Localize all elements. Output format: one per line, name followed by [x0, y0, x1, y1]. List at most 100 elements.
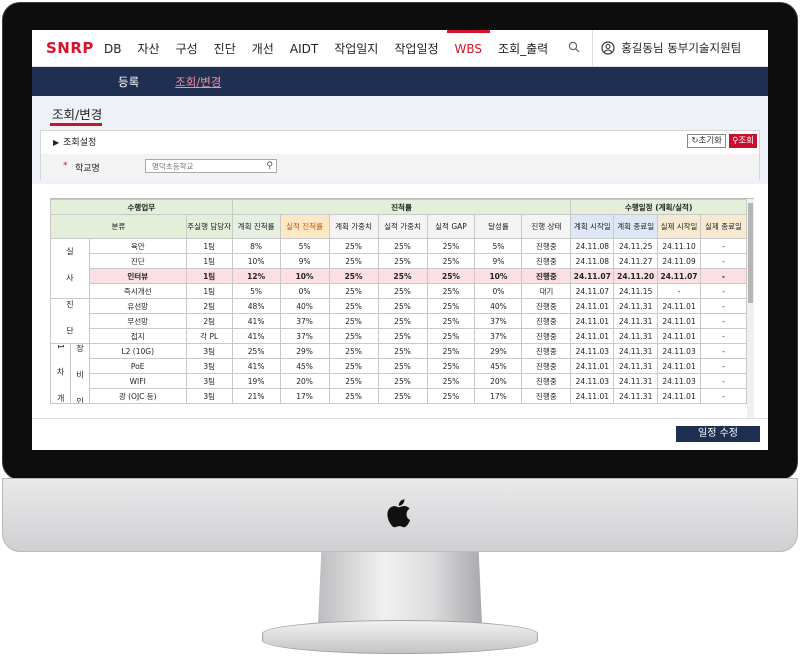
sub-nav: 등록 조회/변경: [32, 67, 768, 96]
nav-item-config[interactable]: 구성: [168, 30, 206, 67]
cell-as: 24.11.01: [657, 313, 701, 329]
edit-schedule-button[interactable]: 일정 수정: [676, 426, 760, 442]
table-scrollbar[interactable]: [747, 199, 754, 418]
cell-pp: 25%: [231, 343, 281, 359]
cell-ps: 24.11.08: [570, 238, 615, 254]
nav-item-schedule[interactable]: 작업일정: [386, 30, 446, 67]
nav-item-db[interactable]: DB: [96, 30, 129, 67]
filter-panel: ▶ 조회설정 ↻초기화 ⚲조회 * 학교명 명덕초등학교 ⚲: [32, 127, 768, 184]
cell-gap: 25%: [426, 343, 476, 359]
cell-ap: 20%: [279, 373, 330, 389]
nav-item-aidt[interactable]: AIDT: [282, 30, 326, 67]
col-header-plan-progress: 계획 진척률: [231, 214, 281, 239]
cell-owner: 1팀: [185, 283, 233, 299]
cell-st: 진행중: [521, 253, 572, 269]
nav-item-report[interactable]: 조회_출력: [490, 30, 556, 67]
table-row[interactable]: 진단 1팀 10% 9% 25% 25% 25% 9% 진행중 24.11.08 24.11.27 2…: [51, 253, 748, 269]
cell-ap: 10%: [279, 268, 330, 284]
cell-aw: 25%: [377, 358, 428, 374]
search-icon[interactable]: [556, 41, 592, 56]
table-row[interactable]: PoE 3팀 41% 45% 25% 25% 25% 45% 진행중 24.11.01 24.11.…: [51, 358, 748, 374]
cell-ach: 5%: [474, 238, 523, 254]
subnav-view-edit[interactable]: 조회/변경: [175, 74, 221, 90]
col-header-owner: 주실행 담당자: [185, 214, 233, 239]
table-row[interactable]: 진 단 유선망 2팀 48% 40% 25% 25% 25% 40% 진행중 24.11.01 24.…: [50, 298, 748, 344]
cell-ae: -: [699, 268, 748, 284]
cell-name: 즉시개선: [88, 283, 187, 299]
cell-st: 진행중: [521, 298, 572, 314]
cell-ach: 29%: [474, 343, 523, 359]
cell-pe: 24.11.20: [613, 268, 659, 284]
school-filter-row: * 학교명 명덕초등학교 ⚲: [41, 154, 759, 180]
cell-ach: 0%: [474, 283, 523, 299]
nav-item-asset[interactable]: 자산: [129, 30, 167, 67]
nav-item-worklog[interactable]: 작업일지: [326, 30, 386, 67]
search-button[interactable]: ⚲조회: [729, 134, 757, 148]
cell-as: 24.11.03: [657, 373, 701, 389]
subnav-register[interactable]: 등록: [118, 74, 139, 90]
cell-aw: 25%: [377, 298, 428, 314]
col-header-category: 분류: [50, 214, 187, 239]
cell-owner: 3팀: [185, 358, 233, 374]
table-row[interactable]: 접지 각 PL 41% 37% 25% 25% 25% 37% 진행중 24.11.01 24.11…: [51, 328, 748, 344]
filter-box: ▶ 조회설정 ↻초기화 ⚲조회 * 학교명 명덕초등학교 ⚲: [40, 130, 760, 180]
group-header-schedule: 수행일정 (계획/실적): [570, 199, 747, 215]
table-row[interactable]: 1 차 개 선장 비 인 수 L2 (10G) 3팀 25% 29% 25% 25% 25% 2…: [50, 343, 748, 404]
cell-ae: -: [699, 328, 748, 344]
filter-settings-toggle[interactable]: ▶ 조회설정: [53, 135, 96, 148]
cell-ap: 9%: [279, 253, 330, 269]
nav-item-wbs[interactable]: WBS: [446, 30, 491, 67]
apple-logo-icon: [387, 499, 411, 528]
reset-button[interactable]: ↻초기화: [687, 134, 726, 148]
cell-as: 24.11.01: [657, 298, 701, 314]
cell-owner: 3팀: [185, 388, 233, 404]
table-scrollbar-thumb[interactable]: [748, 203, 753, 303]
cell-aw: 25%: [377, 268, 428, 284]
cell-ap: 37%: [279, 328, 330, 344]
table-row[interactable]: 무선망 2팀 41% 37% 25% 25% 25% 37% 진행중 24.11.01 24.11.…: [51, 313, 748, 329]
table-row[interactable]: 즉시개선 1팀 5% 0% 25% 25% 25% 0% 대기 24.11.07 24.11.15-…: [51, 283, 748, 299]
cell-ap: 40%: [279, 298, 330, 314]
nav-item-diagnosis[interactable]: 진단: [206, 30, 244, 67]
cell-gap: 25%: [426, 328, 476, 344]
table-row[interactable]: WIFI 3팀 19% 20% 25% 25% 25% 20% 진행중 24.11.03 24.11…: [51, 373, 748, 389]
cell-pp: 8%: [231, 238, 281, 254]
search-label: 조회: [738, 136, 754, 146]
cell-st: 진행중: [521, 388, 572, 404]
cell-name: PoE: [88, 358, 187, 374]
cell-st: 진행중: [521, 238, 572, 254]
school-input[interactable]: 명덕초등학교 ⚲: [145, 159, 277, 173]
cell-pp: 41%: [231, 313, 281, 329]
user-menu[interactable]: 홍길동님 동부기술지원팀: [592, 30, 749, 67]
cell-aw: 25%: [377, 253, 428, 269]
cell-ach: 9%: [474, 253, 523, 269]
cell-pw: 25%: [328, 283, 379, 299]
cell-gap: 25%: [426, 373, 476, 389]
cell-ach: 45%: [474, 358, 523, 374]
table-row[interactable]: 인터뷰 1팀 12% 10% 25% 25% 25% 10% 진행중 24.11.07 24.11.…: [51, 268, 748, 284]
cell-owner: 2팀: [185, 313, 233, 329]
cell-pe: 24.11.31: [613, 373, 659, 389]
reset-label: 초기화: [698, 136, 722, 146]
cell-ps: 24.11.01: [570, 388, 615, 404]
cell-name: L2 (10G): [88, 343, 187, 359]
wbs-table-body: 실 사 육안 1팀 8% 5% 25% 25% 25% 5% 진행중 24.11.08 24.11.2…: [50, 238, 748, 404]
cell-st: 진행중: [521, 343, 572, 359]
cell-ap: 37%: [279, 313, 330, 329]
cell-aw: 25%: [377, 283, 428, 299]
cell-gap: 25%: [426, 298, 476, 314]
logo[interactable]: SNRP: [32, 39, 96, 57]
group-label-first-improve: 1 차 개 선: [50, 343, 72, 404]
school-search-icon[interactable]: ⚲: [266, 160, 273, 173]
table-row[interactable]: 실 사 육안 1팀 8% 5% 25% 25% 25% 5% 진행중 24.11.08 24.11.2…: [50, 238, 748, 299]
cell-name: 육안: [88, 238, 187, 254]
cell-ps: 24.11.01: [570, 298, 615, 314]
nav-item-improve[interactable]: 개선: [244, 30, 282, 67]
bottom-action-bar: 일정 수정: [32, 418, 768, 450]
col-header-actual-end: 실제 종료일: [699, 214, 748, 239]
table-row[interactable]: 광 (OJC 등) 3팀 21% 17% 25% 25% 25% 17% 진행중 24.11.01…: [51, 388, 748, 404]
cell-as: 24.11.03: [657, 343, 701, 359]
cell-ach: 20%: [474, 373, 523, 389]
cell-name: 광 (OJC 등): [88, 388, 187, 404]
cell-pp: 41%: [231, 328, 281, 344]
